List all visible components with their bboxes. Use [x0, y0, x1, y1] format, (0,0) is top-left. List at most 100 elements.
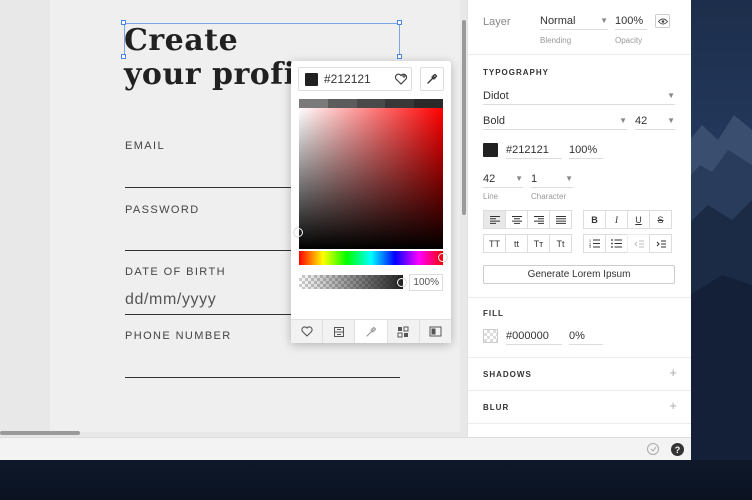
text-case-group: TT tt Tт Tt — [483, 234, 572, 253]
align-left-button[interactable] — [483, 210, 506, 229]
shadows-section[interactable]: SHADOWS + — [468, 358, 691, 391]
text-color-hex-input[interactable]: #212121 — [506, 141, 562, 159]
text-color-swatch[interactable] — [483, 143, 498, 157]
tab-document-colors[interactable] — [323, 320, 356, 343]
hue-slider-handle[interactable] — [438, 253, 447, 262]
add-blur-icon[interactable]: + — [669, 398, 677, 413]
align-justify-button[interactable] — [549, 210, 572, 229]
chevron-down-icon: ▼ — [667, 116, 675, 125]
align-left-icon — [489, 215, 500, 224]
alpha-slider-handle[interactable] — [397, 278, 406, 287]
text-color-hex: #212121 — [506, 143, 549, 156]
current-color-swatch — [305, 72, 318, 86]
text-align-group — [483, 210, 572, 229]
phone-underline — [125, 377, 400, 378]
bullet-list-button[interactable] — [605, 234, 628, 253]
numbered-list-button[interactable]: 123 — [583, 234, 606, 253]
align-justify-icon — [555, 215, 566, 224]
chevron-down-icon: ▼ — [600, 16, 608, 25]
phone-label: PHONE NUMBER — [125, 330, 232, 342]
lowercase-button[interactable]: tt — [505, 234, 528, 253]
opacity-input[interactable]: 100% — [615, 12, 647, 30]
recent-color-swatch[interactable] — [356, 99, 386, 108]
outdent-button[interactable] — [627, 234, 650, 253]
recent-color-swatch[interactable] — [385, 99, 415, 108]
toggle-icon — [429, 326, 442, 337]
help-icon[interactable]: ? — [671, 443, 684, 456]
recent-color-swatch[interactable] — [327, 99, 357, 108]
font-weight-select[interactable]: Bold ▼ — [483, 112, 627, 130]
blur-title: BLUR — [483, 403, 510, 412]
fill-color-swatch[interactable] — [483, 329, 498, 343]
eyedropper-button[interactable] — [420, 67, 444, 91]
layer-section: Layer Normal ▼ Blending 100% Opacity — [468, 0, 691, 55]
status-bar: ? — [0, 437, 691, 460]
line-label: Line — [483, 192, 499, 201]
recent-color-swatch[interactable] — [414, 99, 443, 108]
tab-eyedropper[interactable] — [355, 320, 388, 343]
font-family-select[interactable]: Didot ▼ — [483, 87, 675, 105]
blending-select[interactable]: Normal ▼ — [540, 12, 608, 30]
tab-grid-swatches[interactable] — [388, 320, 420, 343]
italic-button[interactable]: I — [605, 210, 628, 229]
tab-color-modes[interactable] — [420, 320, 451, 343]
alpha-input[interactable]: 100% — [409, 274, 443, 291]
bullet-list-icon — [611, 239, 622, 248]
check-icon[interactable] — [647, 443, 659, 455]
hex-color-input[interactable]: #212121 — [298, 67, 412, 91]
character-spacing-select[interactable]: 1 ▼ — [531, 170, 573, 188]
uppercase-button[interactable]: TT — [483, 234, 506, 253]
opacity-label: Opacity — [615, 36, 643, 45]
numbered-list-icon: 123 — [589, 239, 600, 248]
add-shadow-icon[interactable]: + — [669, 365, 677, 380]
font-size-select[interactable]: 42 ▼ — [635, 112, 675, 130]
layer-label: Layer — [483, 16, 511, 28]
chevron-down-icon: ▼ — [515, 174, 523, 183]
titlecase-button[interactable]: Tt — [549, 234, 572, 253]
horizontal-scrollbar[interactable] — [0, 431, 80, 435]
heart-icon — [301, 326, 313, 337]
saturation-cursor[interactable] — [294, 228, 303, 237]
strikethrough-button[interactable]: S — [649, 210, 672, 229]
tab-favorites[interactable] — [291, 320, 324, 343]
eye-icon — [657, 18, 668, 24]
line-height-select[interactable]: 42 ▼ — [483, 170, 523, 188]
fill-opacity-input[interactable]: 0% — [569, 327, 603, 345]
character-spacing-value: 1 — [531, 172, 538, 185]
app-window: Create your profil EMAIL PASSWORD DATE O… — [0, 0, 691, 460]
underline-button[interactable]: U — [627, 210, 650, 229]
fill-title: FILL — [483, 309, 504, 318]
recent-color-swatch[interactable] — [299, 99, 328, 108]
indent-icon — [656, 240, 666, 247]
mountain-wallpaper — [682, 115, 752, 460]
fill-hex-input[interactable]: #000000 — [506, 327, 562, 345]
hue-slider[interactable] — [299, 251, 443, 265]
typography-title: TYPOGRAPHY — [483, 68, 550, 77]
password-label: PASSWORD — [125, 204, 200, 216]
generate-lorem-ipsum-button[interactable]: Generate Lorem Ipsum — [483, 265, 675, 284]
headline-line-1: Create — [124, 23, 239, 58]
design-canvas[interactable]: Create your profil EMAIL PASSWORD DATE O… — [0, 0, 467, 437]
typography-section: TYPOGRAPHY Didot ▼ Bold ▼ 42 ▼ #212121 1… — [468, 55, 691, 298]
bold-button[interactable]: B — [583, 210, 606, 229]
recent-colors-strip — [299, 99, 443, 108]
saturation-brightness-area[interactable] — [299, 108, 443, 249]
character-label: Character — [531, 192, 567, 201]
svg-text:3: 3 — [589, 245, 591, 248]
outdent-icon — [633, 240, 644, 247]
alpha-slider[interactable] — [299, 275, 403, 289]
align-center-button[interactable] — [505, 210, 528, 229]
add-favorite-icon[interactable] — [391, 69, 411, 89]
blur-section[interactable]: BLUR + — [468, 391, 691, 424]
visibility-toggle[interactable] — [655, 14, 670, 28]
align-right-button[interactable] — [527, 210, 550, 229]
dob-placeholder: dd/mm/yyyy — [125, 291, 217, 308]
indent-button[interactable] — [649, 234, 672, 253]
shadows-title: SHADOWS — [483, 370, 532, 379]
small-caps-button[interactable]: Tт — [527, 234, 550, 253]
font-family-value: Didot — [483, 89, 509, 102]
align-right-icon — [533, 215, 544, 224]
chevron-down-icon: ▼ — [619, 116, 627, 125]
text-color-opacity-input[interactable]: 100% — [569, 141, 603, 159]
vertical-scrollbar[interactable] — [462, 20, 466, 215]
